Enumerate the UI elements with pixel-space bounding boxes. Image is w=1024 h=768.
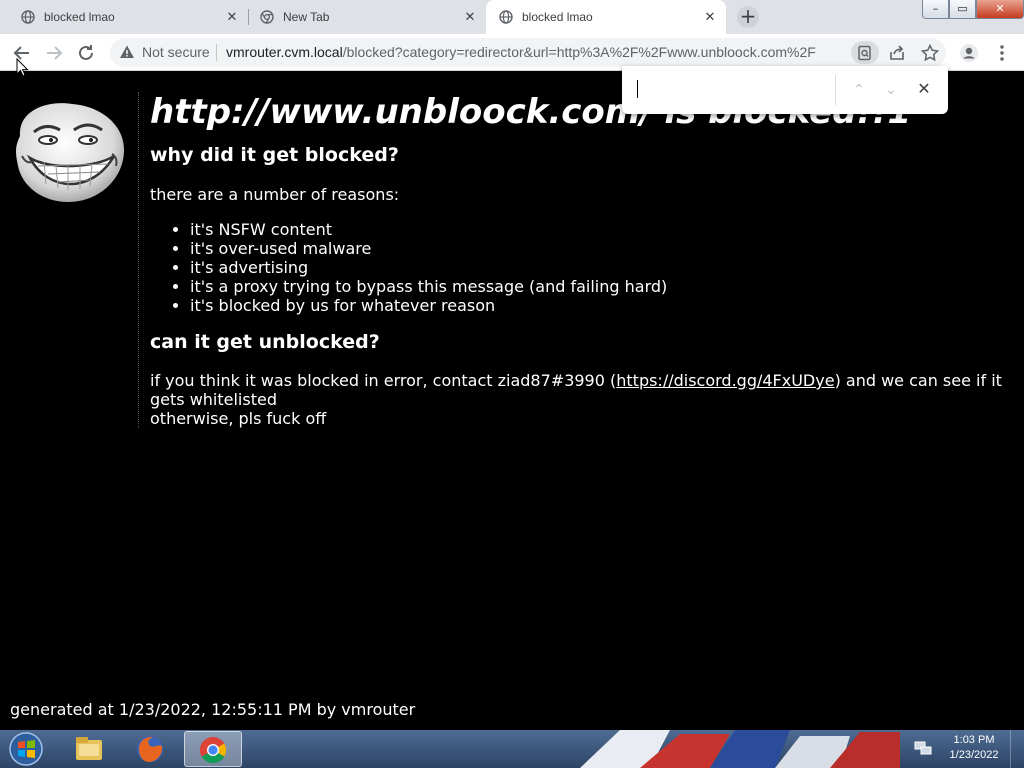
find-close-button[interactable]: ✕ <box>914 79 934 99</box>
share-icon[interactable] <box>887 43 907 63</box>
taskbar-chrome[interactable] <box>184 731 242 767</box>
tab-close-button[interactable]: ✕ <box>702 9 718 25</box>
forward-arrow-icon[interactable] <box>42 41 66 65</box>
taskbar-firefox[interactable] <box>122 731 180 767</box>
tab-close-button[interactable]: ✕ <box>224 9 240 25</box>
chrome-icon <box>199 736 227 764</box>
network-icon[interactable] <box>914 740 932 756</box>
system-clock[interactable]: 1:03 PM 1/23/2022 <box>944 733 1004 763</box>
tab-title: blocked lmao <box>44 10 115 24</box>
find-page-icon <box>858 45 871 61</box>
troll-face-image <box>16 103 124 202</box>
clock-time: 1:03 PM <box>953 734 995 746</box>
tab-strip: blocked lmao ✕ New Tab ✕ blocked lmao ✕ … <box>0 0 1024 34</box>
kebab-menu-icon[interactable] <box>992 43 1012 63</box>
block-message: http://www.unbloock.com/ is blocked!!1 w… <box>138 92 1024 428</box>
tab-3-active[interactable]: blocked lmao ✕ <box>486 0 726 34</box>
close-window-button[interactable]: ✕ <box>976 0 1024 19</box>
warning-triangle-icon[interactable] <box>119 44 135 60</box>
taskbar-explorer[interactable] <box>60 731 118 767</box>
globe-icon <box>21 10 35 24</box>
unblock-heading: can it get unblocked? <box>150 331 380 353</box>
security-label[interactable]: Not secure <box>142 44 210 60</box>
url-path: /blocked?category=redirector&url=http%3A… <box>342 44 816 60</box>
list-item: it's over-used malware <box>190 239 1024 258</box>
file-explorer-icon <box>76 737 102 760</box>
reasons-intro: there are a number of reasons: <box>150 185 400 204</box>
find-in-page-button[interactable] <box>851 41 879 64</box>
closing-line: otherwise, pls fuck off <box>150 409 327 428</box>
mouse-pointer-icon <box>16 58 29 77</box>
profile-avatar-icon[interactable] <box>959 43 979 63</box>
unblock-text: if you think it was blocked in error, co… <box>150 371 617 390</box>
window-controls: – ▭ ✕ <box>922 0 1024 20</box>
reload-icon[interactable] <box>74 41 98 65</box>
list-item: it's advertising <box>190 258 1024 277</box>
wallpaper-art <box>580 730 900 768</box>
chrome-icon <box>260 10 274 24</box>
tab-2[interactable]: New Tab ✕ <box>239 0 485 34</box>
find-bar: ⌃ ⌄ ✕ <box>622 66 948 114</box>
new-tab-button[interactable]: + <box>737 6 759 28</box>
tab-title: New Tab <box>283 10 330 24</box>
address-bar[interactable]: Not secure vmrouter.cvm.local/blocked?ca… <box>110 38 946 67</box>
reasons-list: it's NSFW content it's over-used malware… <box>190 220 1024 315</box>
text-cursor <box>637 80 638 98</box>
tab-title: blocked lmao <box>522 10 593 24</box>
windows-start-button[interactable] <box>6 731 46 767</box>
generated-footer: generated at 1/23/2022, 12:55:11 PM by v… <box>10 700 416 719</box>
why-heading: why did it get blocked? <box>150 144 399 166</box>
address-separator <box>216 44 217 61</box>
bookmark-star-icon[interactable] <box>920 43 940 63</box>
clock-date: 1/23/2022 <box>949 749 999 761</box>
find-separator <box>835 75 836 105</box>
globe-icon <box>499 10 513 24</box>
tab-1[interactable]: blocked lmao ✕ <box>0 0 246 34</box>
list-item: it's blocked by us for whatever reason <box>190 296 1024 315</box>
find-input[interactable] <box>634 78 830 102</box>
find-next-button[interactable]: ⌄ <box>881 80 901 100</box>
list-item: it's NSFW content <box>190 220 1024 239</box>
discord-link[interactable]: https://discord.gg/4FxUDye <box>616 371 834 390</box>
taskbar <box>0 730 1024 768</box>
find-previous-button[interactable]: ⌃ <box>849 80 869 100</box>
show-desktop-button[interactable] <box>1010 730 1024 768</box>
maximize-button[interactable]: ▭ <box>949 0 976 19</box>
url-host: vmrouter.cvm.local <box>226 44 343 60</box>
firefox-icon <box>137 736 163 762</box>
tab-close-button[interactable]: ✕ <box>462 9 478 25</box>
unblock-paragraph: if you think it was blocked in error, co… <box>150 371 1024 428</box>
list-item: it's a proxy trying to bypass this messa… <box>190 277 1024 296</box>
minimize-button[interactable]: – <box>922 0 949 19</box>
url-text[interactable]: vmrouter.cvm.local/blocked?category=redi… <box>226 44 816 60</box>
